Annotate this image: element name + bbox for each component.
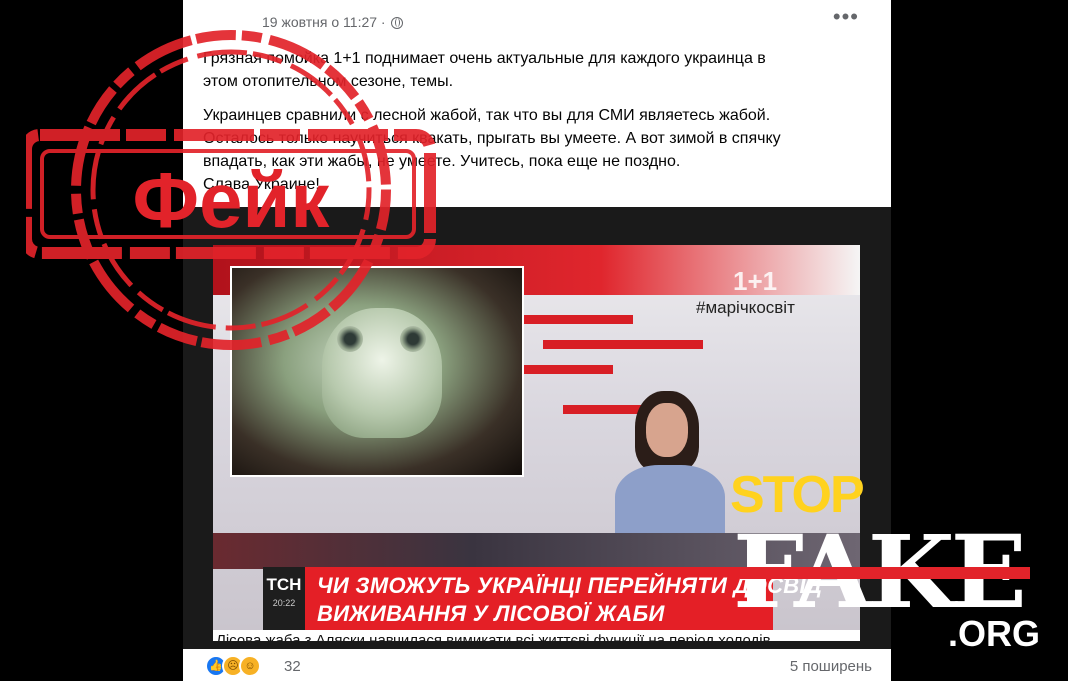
tsn-label: ТСН: [266, 575, 302, 594]
stopfake-logo: STOP FAKE .ORG: [730, 465, 1040, 665]
channel-logo: 1+1: [733, 266, 778, 296]
lower-third-headline: ТСН 20:22 ЧИ ЗМОЖУТЬ УКРАЇНЦІ ПЕРЕЙНЯТИ …: [263, 567, 822, 631]
headline-line-2: ВИЖИВАННЯ У ЛІСОВОЇ ЖАБИ: [317, 601, 665, 626]
fake-strike-bar: [740, 567, 1030, 579]
reaction-count[interactable]: 32: [284, 658, 301, 675]
decor-stripe: [543, 340, 703, 349]
reactions-summary[interactable]: 👍 ☹ ☺: [205, 655, 261, 677]
haha-icon: ☺: [239, 655, 261, 677]
show-hashtag: #марічкосвіт: [696, 298, 795, 317]
decor-stripe: [513, 315, 633, 324]
news-anchor: [615, 391, 725, 545]
org-text: .ORG: [948, 613, 1041, 654]
stamp-text: Фейк: [133, 156, 331, 244]
decor-stripe: [523, 365, 613, 374]
tsn-time: 20:22: [272, 598, 296, 608]
fake-stamp-overlay: Фейк: [26, 30, 436, 350]
anchor-face: [646, 403, 688, 457]
more-options-button[interactable]: •••: [833, 4, 859, 30]
tsn-logo: ТСН 20:22: [263, 567, 305, 631]
